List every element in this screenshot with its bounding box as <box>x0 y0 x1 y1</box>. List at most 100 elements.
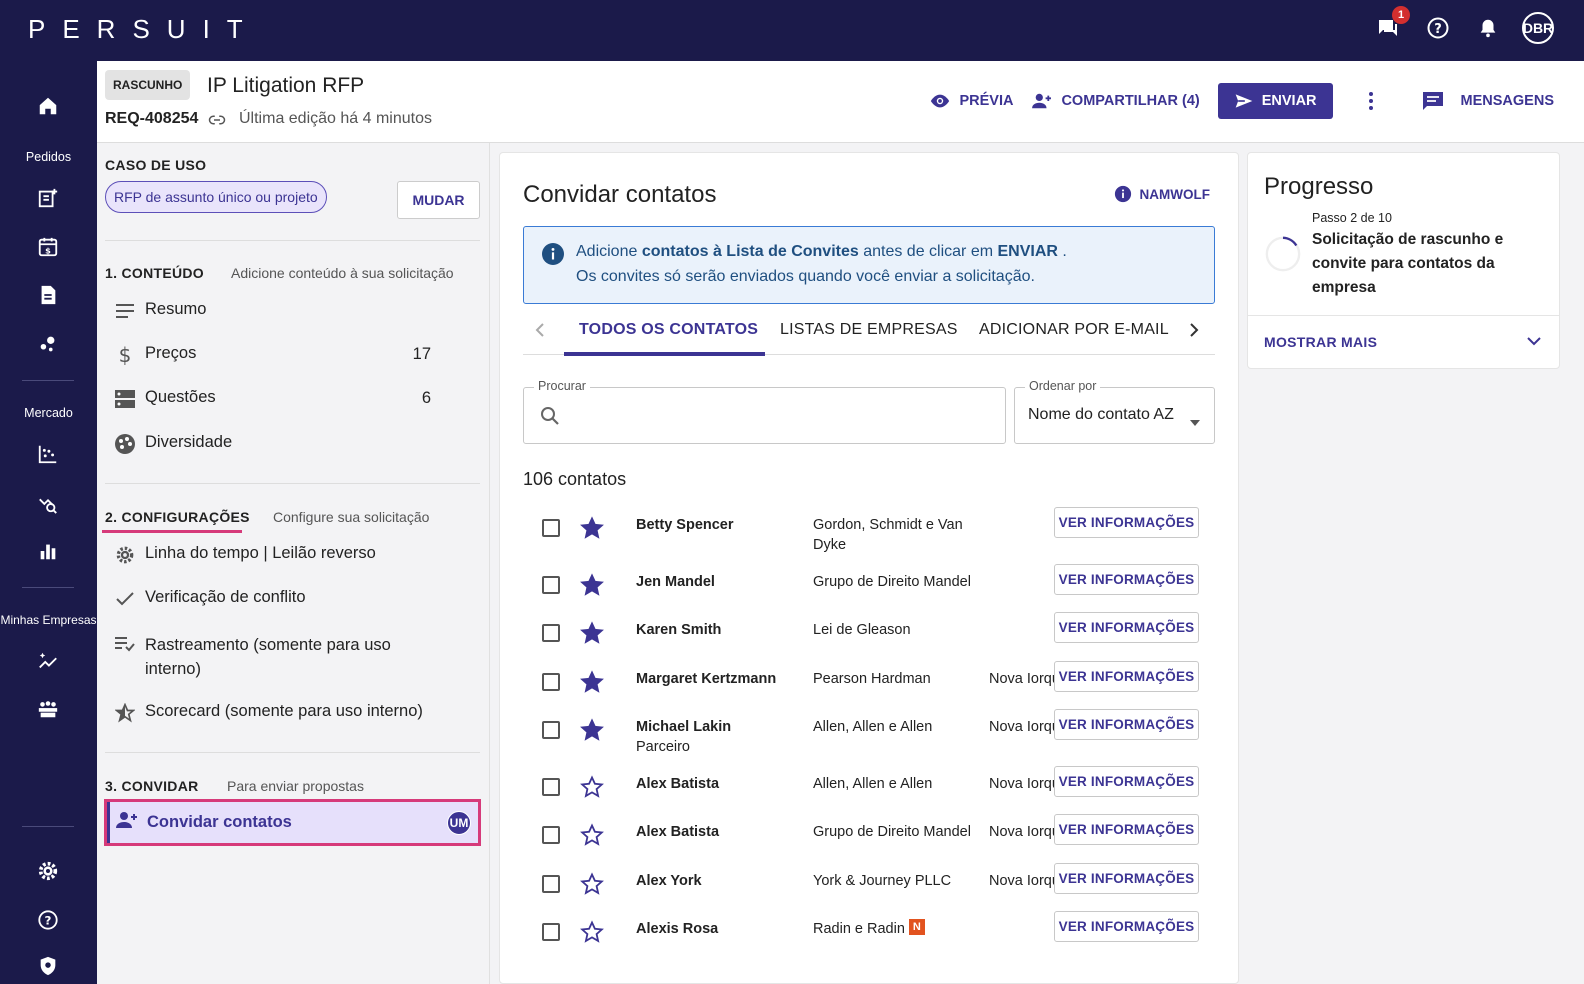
contact-checkbox[interactable] <box>542 519 560 537</box>
star-filled-icon[interactable] <box>580 670 604 694</box>
progress-card: Progresso Passo 2 de 10 Solicitação de r… <box>1247 152 1560 369</box>
view-info-button[interactable]: VER INFORMAÇÕES <box>1054 507 1199 538</box>
usecase-chip[interactable]: RFP de assunto único ou projeto <box>105 181 327 213</box>
request-id: REQ-408254 <box>105 110 199 127</box>
search-icon <box>540 406 560 431</box>
tab-all-contacts[interactable]: TODOS OS CONTATOS <box>579 321 758 339</box>
search-field[interactable]: Procurar <box>523 379 1006 444</box>
persuit-logo[interactable]: PERSUIT <box>28 14 260 45</box>
usecase-title: CASO DE USO <box>105 157 207 173</box>
outline-item-questoes[interactable]: Questões <box>115 388 216 409</box>
view-info-button[interactable]: VER INFORMAÇÕES <box>1054 709 1199 740</box>
contact-checkbox[interactable] <box>542 673 560 691</box>
tab-firm-lists[interactable]: LISTAS DE EMPRESAS <box>780 321 958 339</box>
request-header: RASCUNHO IP Litigation RFP REQ-408254 Úl… <box>97 61 1584 143</box>
divider <box>1248 315 1559 316</box>
contact-firm-text: Grupo de Direito Mandel <box>813 574 971 590</box>
outline-item-tracking[interactable]: Rastreamento (somente para uso interno) <box>115 633 405 681</box>
help-icon[interactable]: ? <box>1422 12 1454 44</box>
outline-item-timeline[interactable]: Linha do tempo | Leilão reverso <box>115 544 376 565</box>
svg-text:$: $ <box>45 245 51 255</box>
contact-checkbox[interactable] <box>542 826 560 844</box>
user-avatar[interactable]: DBR <box>1522 12 1554 44</box>
document-icon[interactable] <box>35 282 61 308</box>
outline-item-invite-contacts[interactable]: Convidar contatos UM <box>104 799 481 846</box>
nav-label-minhas-empresas: Minhas Empresas <box>0 613 97 627</box>
star-filled-icon[interactable] <box>580 718 604 742</box>
view-info-button[interactable]: VER INFORMAÇÕES <box>1054 911 1199 942</box>
contact-tabs: TODOS OS CONTATOS LISTAS DE EMPRESAS ADI… <box>523 309 1215 356</box>
info-line-1: Adicione contatos à Lista de Convites an… <box>576 243 1067 260</box>
contact-firm-text: Pearson Hardman <box>813 671 931 687</box>
bar-chart-icon[interactable] <box>35 538 61 564</box>
contact-name-text: Alex Batista <box>636 776 720 792</box>
home-icon[interactable] <box>35 93 61 119</box>
shield-icon[interactable] <box>35 953 61 979</box>
preview-button[interactable]: PRÉVIA <box>929 93 1013 109</box>
link-icon[interactable] <box>207 111 227 134</box>
contact-checkbox[interactable] <box>542 778 560 796</box>
view-info-button[interactable]: VER INFORMAÇÕES <box>1054 612 1199 643</box>
contact-firm: Pearson Hardman <box>813 669 978 689</box>
star-outline-icon[interactable] <box>580 775 604 799</box>
view-info-button[interactable]: VER INFORMAÇÕES <box>1054 661 1199 692</box>
namwolf-info-button[interactable]: NAMWOLF <box>1114 185 1210 203</box>
chevron-down-icon[interactable] <box>1527 333 1541 351</box>
settings-icon[interactable] <box>35 858 61 884</box>
scatter-chart-icon[interactable] <box>35 441 61 467</box>
calendar-dollar-icon[interactable]: $ <box>35 234 61 260</box>
contact-checkbox[interactable] <box>542 624 560 642</box>
outline-item-conflict-check[interactable]: Verificação de conflito <box>115 588 306 609</box>
dropdown-arrow-icon <box>1190 413 1200 431</box>
change-usecase-button[interactable]: MUDAR <box>397 181 480 219</box>
contact-name: Karen Smith <box>636 620 796 640</box>
bell-icon[interactable] <box>1472 12 1504 44</box>
sort-select[interactable]: Ordenar por Nome do contato AZ <box>1014 379 1215 444</box>
send-button[interactable]: ENVIAR <box>1217 83 1333 119</box>
contact-name-text: Margaret Kertzmann <box>636 671 777 687</box>
contact-name-text: Karen Smith <box>636 622 722 638</box>
tab-add-by-email[interactable]: ADICIONAR POR E-MAIL <box>979 321 1169 339</box>
help-circle-icon[interactable]: ? <box>35 907 61 933</box>
more-vert-icon[interactable] <box>1359 91 1383 111</box>
contact-name: Michael Lakin Parceiro <box>636 717 796 757</box>
invite-contacts-card: Convidar contatos NAMWOLF Adicione conta… <box>499 152 1239 984</box>
tab-scroll-right-icon[interactable] <box>1189 323 1199 342</box>
sparkle-chart-icon[interactable] <box>35 648 61 674</box>
tab-scroll-left-icon[interactable] <box>535 323 545 342</box>
contact-checkbox[interactable] <box>542 576 560 594</box>
star-outline-icon[interactable] <box>580 872 604 896</box>
view-info-button[interactable]: VER INFORMAÇÕES <box>1054 814 1199 845</box>
outline-item-precos[interactable]: $ Preços <box>115 344 197 365</box>
messages-button[interactable]: MENSAGENS <box>1421 90 1554 112</box>
outline-item-resumo[interactable]: Resumo <box>115 300 206 321</box>
share-button[interactable]: COMPARTILHAR (4) <box>1031 92 1200 110</box>
view-info-button[interactable]: VER INFORMAÇÕES <box>1054 564 1199 595</box>
show-more-button[interactable]: MOSTRAR MAIS <box>1264 334 1377 350</box>
contact-checkbox[interactable] <box>542 923 560 941</box>
star-filled-icon[interactable] <box>580 516 604 540</box>
star-filled-icon[interactable] <box>580 573 604 597</box>
team-icon[interactable] <box>35 696 61 722</box>
contact-row: Alex Batista Allen, Allen e Allen Nova Ior… <box>523 766 1215 813</box>
search-label: Procurar <box>534 379 590 393</box>
star-outline-icon[interactable] <box>580 823 604 847</box>
view-info-button[interactable]: VER INFORMAÇÕES <box>1054 766 1199 797</box>
view-info-button[interactable]: VER INFORMAÇÕES <box>1054 863 1199 894</box>
contact-row: Michael Lakin Parceiro Allen, Allen e Alle… <box>523 709 1215 766</box>
contact-checkbox[interactable] <box>542 875 560 893</box>
outline-item-diversidade[interactable]: Diversidade <box>115 433 232 454</box>
contact-checkbox[interactable] <box>542 721 560 739</box>
star-outline-icon[interactable] <box>580 920 604 944</box>
new-request-icon[interactable] <box>35 185 61 211</box>
chat-icon[interactable]: 1 <box>1372 6 1410 44</box>
star-filled-icon[interactable] <box>580 621 604 645</box>
analytics-search-icon[interactable] <box>35 490 61 516</box>
user-badge: UM <box>447 811 471 835</box>
contact-city: Nova Iorque <box>989 873 1055 889</box>
contact-row: Alexis Rosa Radin e Radin N VER INFORMAÇÕES <box>523 911 1215 958</box>
outline-item-scorecard[interactable]: Scorecard (somente para uso interno) <box>115 702 423 723</box>
sort-value: Nome do contato AZ <box>1028 406 1174 423</box>
bubbles-icon[interactable] <box>35 331 61 357</box>
contact-firm-text: Gordon, Schmidt e Van Dyke <box>813 517 963 553</box>
